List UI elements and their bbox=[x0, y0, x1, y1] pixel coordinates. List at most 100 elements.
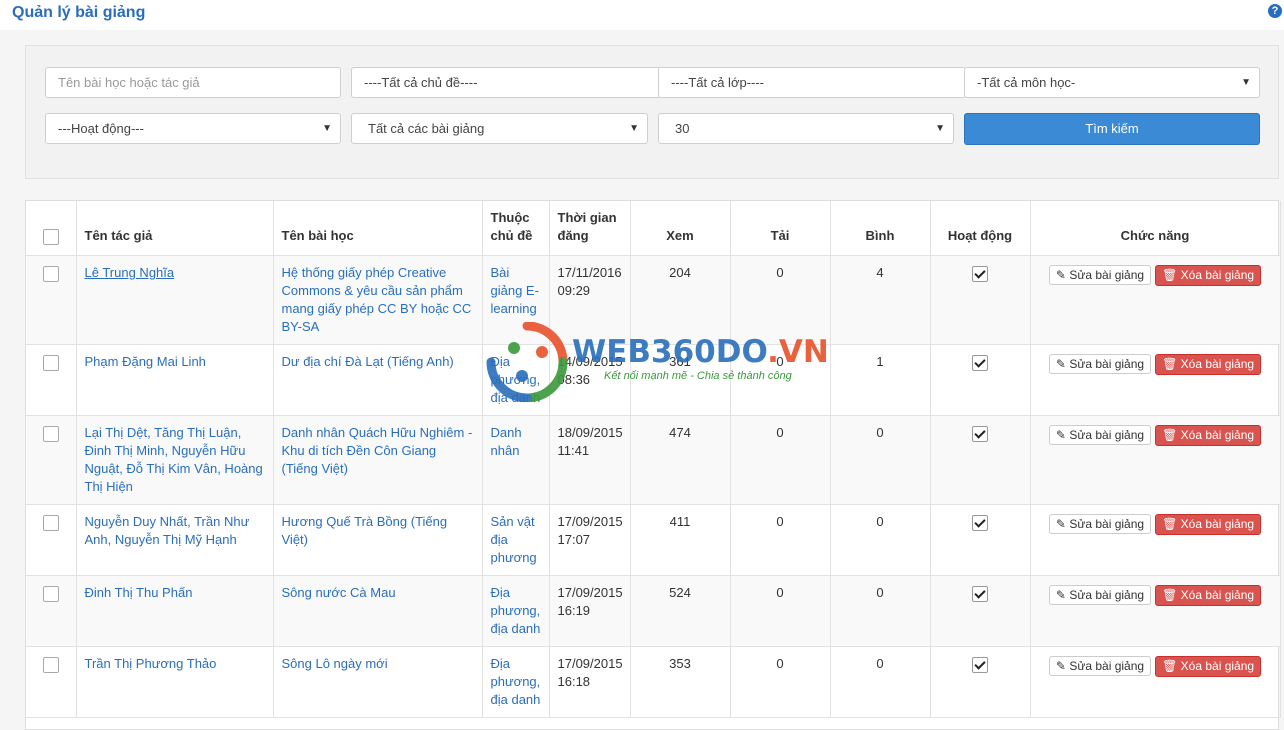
lecture-type-select-value: Tất cả các bài giảng bbox=[368, 121, 485, 136]
edit-lecture-button[interactable]: ✎ Sửa bài giảng bbox=[1048, 656, 1152, 676]
edit-icon: ✎ bbox=[1055, 357, 1070, 371]
author-link[interactable]: Nguyễn Duy Nhất, Trần Như Anh, Nguyễn Th… bbox=[85, 514, 250, 547]
delete-lecture-button[interactable]: 🗑 Xóa bài giảng bbox=[1155, 425, 1262, 446]
class-select[interactable]: ----Tất cả lớp---- bbox=[658, 67, 966, 98]
chevron-down-icon: ▼ bbox=[935, 123, 945, 134]
chevron-down-icon: ▼ bbox=[629, 123, 639, 134]
lesson-link[interactable]: Sông nước Cà Mau bbox=[282, 585, 396, 600]
delete-lecture-button[interactable]: 🗑 Xóa bài giảng bbox=[1155, 265, 1262, 286]
edit-icon: ✎ bbox=[1055, 659, 1070, 673]
edit-lecture-button[interactable]: ✎ Sửa bài giảng bbox=[1048, 585, 1152, 605]
trash-icon: 🗑 bbox=[1162, 357, 1181, 371]
active-checkbox[interactable] bbox=[972, 265, 988, 282]
views-count: 204 bbox=[630, 255, 731, 345]
header-topic[interactable]: Thuộc chủ đề bbox=[482, 201, 550, 256]
row-checkbox[interactable] bbox=[42, 585, 59, 602]
per-page-select[interactable]: 30 ▼ bbox=[658, 113, 954, 144]
row-checkbox[interactable] bbox=[42, 425, 59, 442]
row-checkbox[interactable] bbox=[42, 265, 59, 282]
topic-link[interactable]: Danh nhân bbox=[491, 425, 522, 458]
author-link[interactable]: Lại Thị Dệt, Tăng Thị Luận, Đinh Thị Min… bbox=[85, 425, 263, 494]
edit-lecture-button[interactable]: ✎ Sửa bài giảng bbox=[1048, 265, 1152, 285]
author-link[interactable]: Lê Trung Nghĩa bbox=[85, 265, 175, 280]
downloads-count: 0 bbox=[730, 575, 831, 647]
lesson-link[interactable]: Danh nhân Quách Hữu Nghiêm - Khu di tích… bbox=[282, 425, 473, 476]
topic-link[interactable]: Địa phương, địa danh bbox=[491, 656, 541, 707]
author-link[interactable]: Phạm Đặng Mai Linh bbox=[85, 354, 206, 369]
comments-count: 0 bbox=[830, 504, 931, 576]
header-downloads[interactable]: Tải bbox=[730, 201, 831, 256]
chevron-down-icon: ▼ bbox=[322, 123, 332, 134]
header-posted[interactable]: Thời gian đăng bbox=[549, 201, 631, 256]
posted-time: 17/11/2016 09:29 bbox=[549, 255, 631, 345]
table-row: Lê Trung Nghĩa Hệ thống giấy phép Creati… bbox=[26, 255, 1281, 345]
delete-lecture-button[interactable]: 🗑 Xóa bài giảng bbox=[1155, 585, 1262, 606]
search-input[interactable]: Tên bài học hoặc tác giả bbox=[45, 67, 341, 98]
header-active[interactable]: Hoạt động bbox=[930, 201, 1031, 256]
row-checkbox[interactable] bbox=[42, 656, 59, 673]
trash-icon: 🗑 bbox=[1162, 517, 1181, 531]
header-lesson[interactable]: Tên bài học bbox=[273, 201, 483, 256]
topic-link[interactable]: Địa phương, địa danh bbox=[491, 585, 541, 636]
edit-lecture-button[interactable]: ✎ Sửa bài giảng bbox=[1048, 514, 1152, 534]
row-checkbox[interactable] bbox=[42, 354, 59, 371]
trash-icon: 🗑 bbox=[1162, 659, 1181, 673]
downloads-count: 0 bbox=[730, 344, 831, 416]
comments-count: 0 bbox=[830, 646, 931, 718]
trash-icon: 🗑 bbox=[1162, 588, 1181, 602]
active-checkbox[interactable] bbox=[972, 354, 988, 371]
search-button[interactable]: Tìm kiếm bbox=[964, 113, 1260, 145]
table-header-row: Tên tác giả Tên bài học Thuộc chủ đề Thờ… bbox=[26, 201, 1281, 256]
topic-link[interactable]: Địa phương, địa danh bbox=[491, 354, 541, 405]
comments-count: 1 bbox=[830, 344, 931, 416]
edit-icon: ✎ bbox=[1055, 588, 1070, 602]
select-all-checkbox[interactable] bbox=[42, 228, 59, 245]
edit-lecture-button[interactable]: ✎ Sửa bài giảng bbox=[1048, 354, 1152, 374]
posted-time: 14/09/2015 08:36 bbox=[549, 344, 631, 416]
edit-icon: ✎ bbox=[1055, 428, 1070, 442]
table-row: Đinh Thị Thu Phấn Sông nước Cà Mau Địa p… bbox=[26, 575, 1281, 647]
edit-lecture-button[interactable]: ✎ Sửa bài giảng bbox=[1048, 425, 1152, 445]
table-row: Phạm Đặng Mai Linh Dư địa chí Đà Lạt (Ti… bbox=[26, 344, 1281, 416]
topic-link[interactable]: Sản vật địa phương bbox=[491, 514, 537, 565]
posted-time: 17/09/2015 16:19 bbox=[549, 575, 631, 647]
downloads-count: 0 bbox=[730, 415, 831, 505]
subject-select[interactable]: -Tất cả môn học- ▼ bbox=[964, 67, 1260, 98]
lesson-link[interactable]: Hệ thống giấy phép Creative Commons & yê… bbox=[282, 265, 472, 334]
lesson-link[interactable]: Hương Quế Trà Bồng (Tiếng Việt) bbox=[282, 514, 448, 547]
lecture-type-select[interactable]: Tất cả các bài giảng ▼ bbox=[351, 113, 648, 144]
lesson-link[interactable]: Sông Lô ngày mới bbox=[282, 656, 388, 671]
edit-icon: ✎ bbox=[1055, 517, 1070, 531]
header-views[interactable]: Xem bbox=[630, 201, 731, 256]
topic-select[interactable]: ----Tất cả chủ đề---- bbox=[351, 67, 661, 98]
author-link[interactable]: Trần Thị Phương Thảo bbox=[85, 656, 217, 671]
views-count: 524 bbox=[630, 575, 731, 647]
header-actions: Chức năng bbox=[1030, 201, 1281, 256]
downloads-count: 0 bbox=[730, 646, 831, 718]
help-icon[interactable]: ? bbox=[1268, 4, 1282, 18]
delete-lecture-button[interactable]: 🗑 Xóa bài giảng bbox=[1155, 354, 1262, 375]
trash-icon: 🗑 bbox=[1162, 268, 1181, 282]
active-checkbox[interactable] bbox=[972, 514, 988, 531]
table-row: Trần Thị Phương Thảo Sông Lô ngày mới Đị… bbox=[26, 646, 1281, 718]
author-link[interactable]: Đinh Thị Thu Phấn bbox=[85, 585, 193, 600]
comments-count: 4 bbox=[830, 255, 931, 345]
topic-link[interactable]: Bài giảng E-learning bbox=[491, 265, 539, 316]
delete-lecture-button[interactable]: 🗑 Xóa bài giảng bbox=[1155, 514, 1262, 535]
comments-count: 0 bbox=[830, 575, 931, 647]
lecture-table: Tên tác giả Tên bài học Thuộc chủ đề Thờ… bbox=[25, 200, 1281, 730]
posted-time: 18/09/2015 11:41 bbox=[549, 415, 631, 505]
active-checkbox[interactable] bbox=[972, 425, 988, 442]
header-comments[interactable]: Bình bbox=[830, 201, 931, 256]
delete-lecture-button[interactable]: 🗑 Xóa bài giảng bbox=[1155, 656, 1262, 677]
views-count: 353 bbox=[630, 646, 731, 718]
subject-select-value: -Tất cả môn học- bbox=[977, 75, 1076, 90]
row-checkbox[interactable] bbox=[42, 514, 59, 531]
status-select[interactable]: ---Hoạt động--- ▼ bbox=[45, 113, 341, 144]
active-checkbox[interactable] bbox=[972, 656, 988, 673]
trash-icon: 🗑 bbox=[1162, 428, 1181, 442]
lesson-link[interactable]: Dư địa chí Đà Lạt (Tiếng Anh) bbox=[282, 354, 454, 369]
active-checkbox[interactable] bbox=[972, 585, 988, 602]
header-author[interactable]: Tên tác giả bbox=[76, 201, 274, 256]
edit-icon: ✎ bbox=[1055, 268, 1070, 282]
